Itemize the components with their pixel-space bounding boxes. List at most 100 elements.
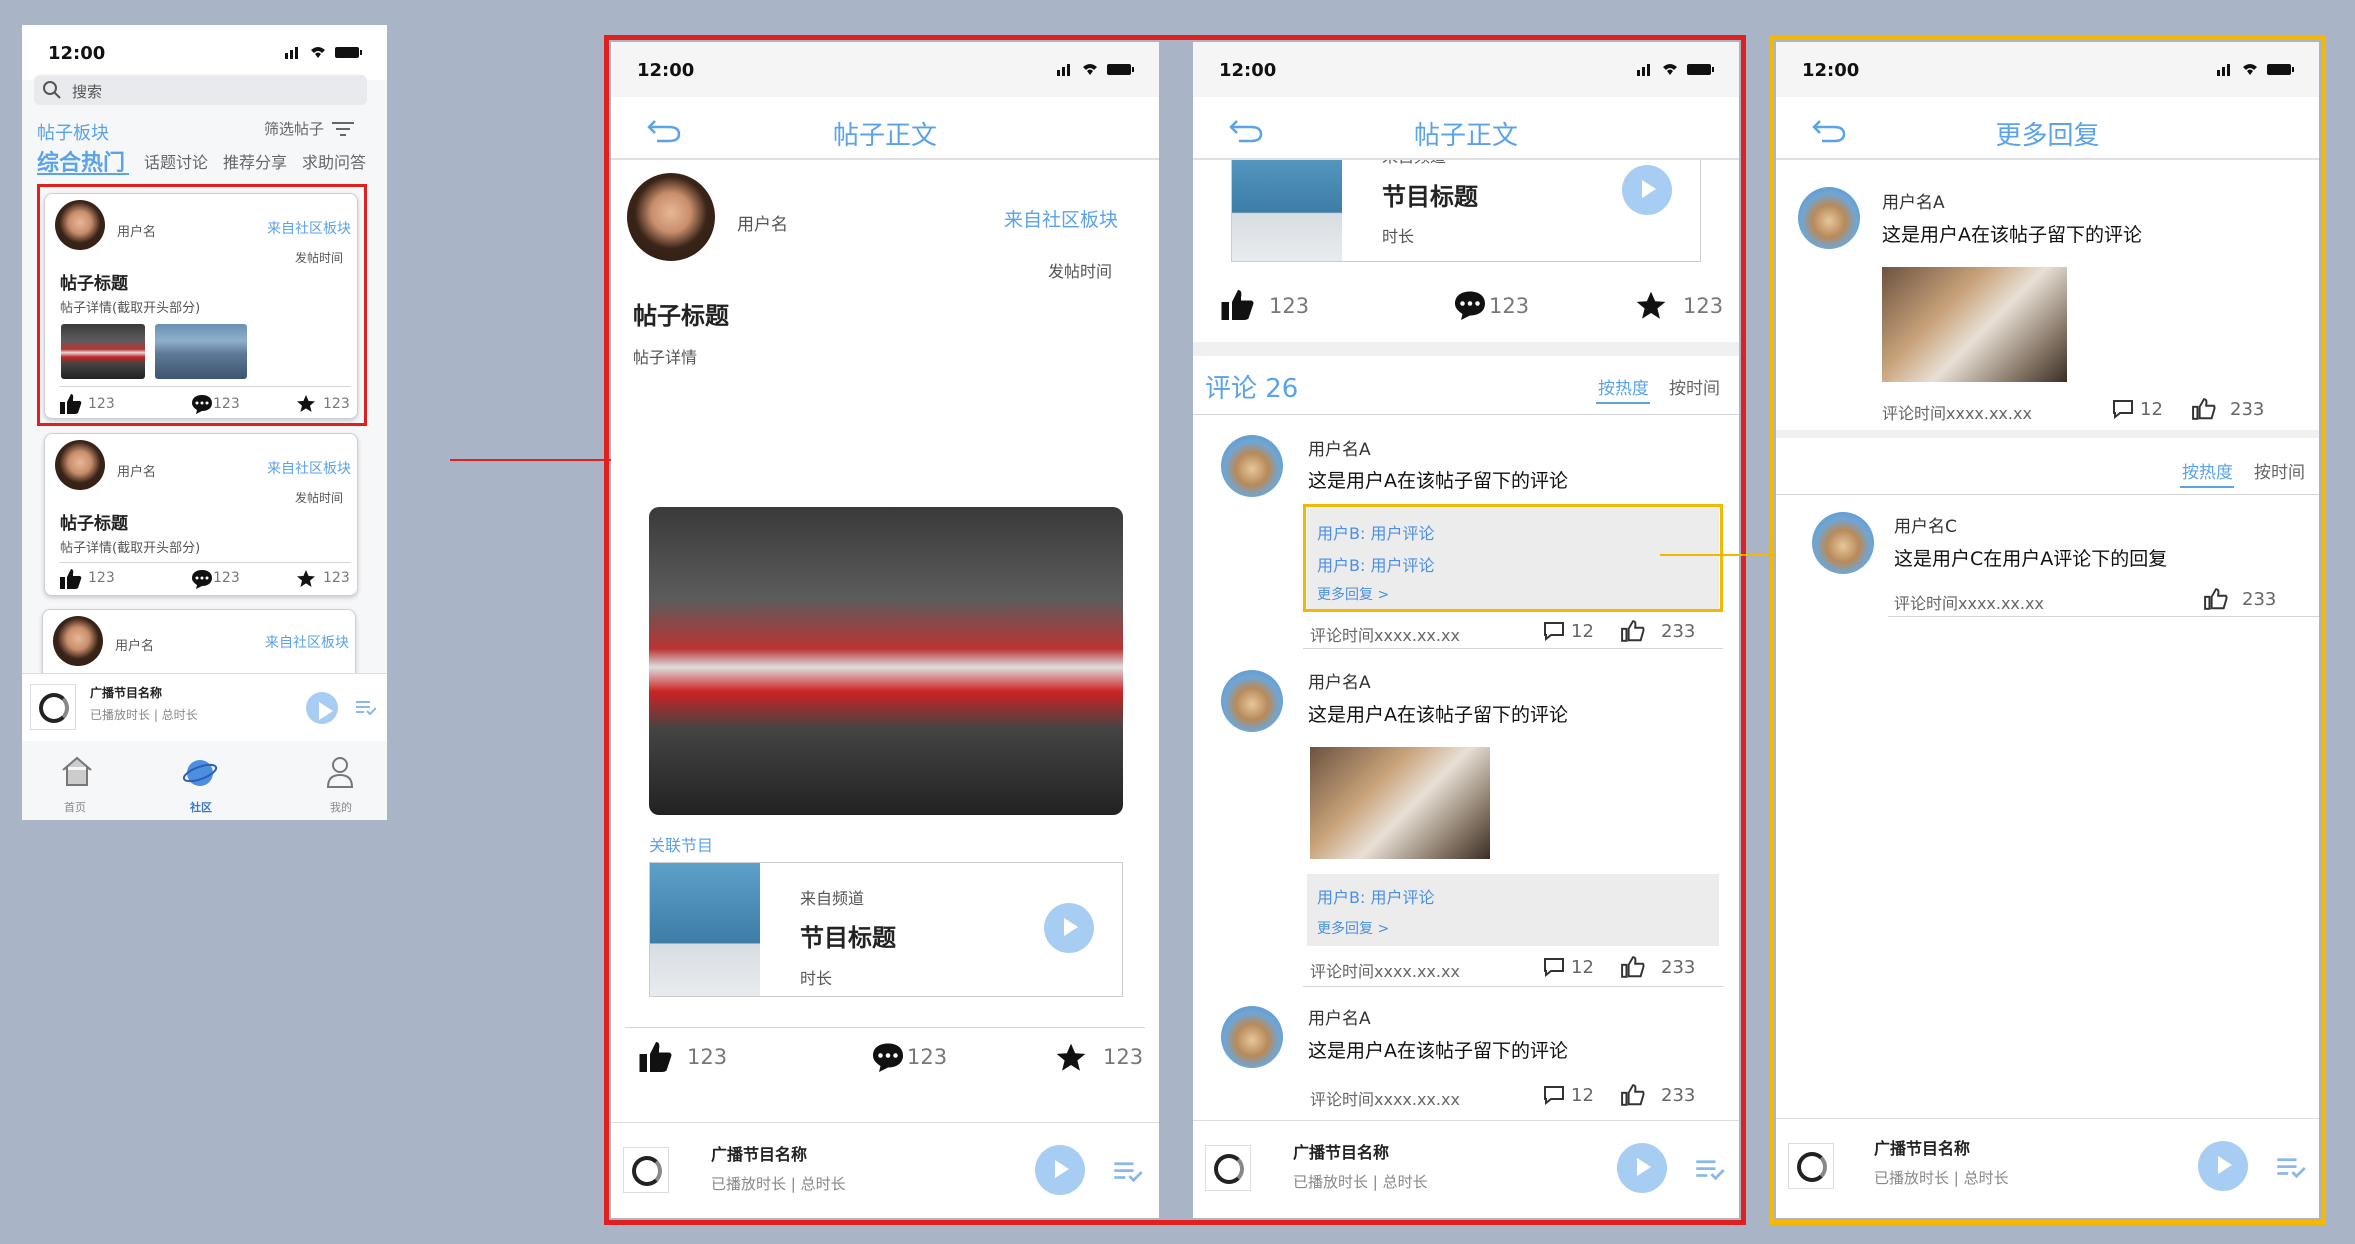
comment-image-cats[interactable] bbox=[1882, 267, 2067, 382]
post-detail: 帖子详情 bbox=[633, 348, 698, 367]
sort-time[interactable]: 按时间 bbox=[1669, 374, 1720, 399]
comment-text: 这是用户A在该帖子留下的评论 bbox=[1308, 1040, 1568, 1062]
reply-icon[interactable] bbox=[1543, 1085, 1565, 1105]
player-title: 广播节目名称 bbox=[1293, 1143, 1390, 1162]
thumbs-up-icon[interactable] bbox=[1621, 956, 1645, 978]
comment-time: 评论时间xxxx.xx.xx bbox=[1310, 1090, 1460, 1109]
search-icon bbox=[43, 81, 61, 99]
avatar[interactable] bbox=[1221, 1006, 1283, 1068]
status-time: 12:00 bbox=[637, 60, 695, 81]
thumbs-up-icon[interactable] bbox=[2192, 398, 2216, 420]
post-time: 发帖时间 bbox=[1048, 262, 1113, 281]
status-bar: 12:00 bbox=[611, 42, 1159, 97]
post-title: 帖子标题 bbox=[60, 514, 128, 534]
reply-box[interactable]: 用户B: 用户评论 更多回复 > bbox=[1307, 874, 1719, 946]
community-planet-icon[interactable] bbox=[182, 755, 218, 791]
playlist-icon[interactable] bbox=[1113, 1161, 1143, 1183]
reply-icon[interactable] bbox=[1543, 957, 1565, 977]
sort-hot[interactable]: 按热度 bbox=[1598, 374, 1649, 399]
like-icon[interactable] bbox=[1221, 290, 1255, 320]
signal-wifi-battery-icon bbox=[2217, 64, 2294, 76]
more-replies-link[interactable]: 更多回复 > bbox=[1317, 918, 1389, 938]
reply-icon[interactable] bbox=[2112, 399, 2134, 419]
play-button[interactable] bbox=[1622, 165, 1672, 215]
playlist-icon[interactable] bbox=[356, 700, 376, 716]
avatar bbox=[55, 440, 105, 490]
tab-home-label[interactable]: 首页 bbox=[64, 799, 86, 815]
thumbs-up-icon[interactable] bbox=[1621, 1084, 1645, 1106]
playlist-icon[interactable] bbox=[1695, 1159, 1725, 1181]
status-bar: 12:00 bbox=[1776, 42, 2319, 97]
nav-bar: 帖子正文 bbox=[1193, 97, 1739, 160]
comment-text: 这是用户A在该帖子留下的评论 bbox=[1882, 224, 2142, 246]
comment-image-cats[interactable] bbox=[1310, 747, 1490, 859]
play-button[interactable] bbox=[1044, 903, 1094, 953]
program-cover bbox=[1205, 1145, 1251, 1191]
thumbs-up-icon[interactable] bbox=[2204, 588, 2228, 610]
profile-icon[interactable] bbox=[324, 755, 356, 789]
search-bar[interactable]: 搜索 bbox=[34, 75, 367, 105]
program-card[interactable]: 来自频道 节目标题 时长 bbox=[649, 862, 1123, 997]
comment-icon[interactable] bbox=[191, 569, 213, 589]
reply-count: 12 bbox=[1571, 1085, 1594, 1106]
player-title: 广播节目名称 bbox=[711, 1145, 808, 1164]
play-button[interactable] bbox=[306, 692, 338, 724]
highlight-box-red bbox=[37, 184, 367, 426]
avatar[interactable] bbox=[1812, 512, 1874, 574]
comment-icon[interactable] bbox=[871, 1042, 905, 1072]
post-source[interactable]: 来自社区板块 bbox=[265, 632, 349, 652]
avatar[interactable] bbox=[1221, 670, 1283, 732]
home-icon[interactable] bbox=[60, 755, 94, 787]
status-bar: 12:00 bbox=[1193, 42, 1739, 97]
mini-player[interactable]: 广播节目名称 已播放时长 | 总时长 bbox=[22, 673, 387, 741]
tab-recommend[interactable]: 推荐分享 bbox=[223, 149, 287, 173]
like-count: 123 bbox=[687, 1045, 728, 1069]
filter-label[interactable]: 筛选帖子 bbox=[264, 118, 324, 139]
like-icon[interactable] bbox=[60, 569, 82, 589]
star-icon[interactable] bbox=[1055, 1042, 1087, 1074]
play-button[interactable] bbox=[1035, 1145, 1085, 1195]
tab-community-label[interactable]: 社区 bbox=[190, 799, 212, 815]
program-cover bbox=[1788, 1143, 1834, 1189]
program-title: 节目标题 bbox=[1382, 183, 1478, 211]
thumbs-up-icon[interactable] bbox=[1621, 620, 1645, 642]
playlist-icon[interactable] bbox=[2276, 1157, 2306, 1179]
mini-player[interactable]: 广播节目名称 已播放时长 | 总时长 bbox=[611, 1122, 1159, 1218]
comment-icon[interactable] bbox=[1453, 290, 1487, 320]
tab-profile-label[interactable]: 我的 bbox=[330, 799, 352, 815]
mini-player[interactable]: 广播节目名称 已播放时长 | 总时长 bbox=[1776, 1118, 2319, 1218]
reply-count: 12 bbox=[2140, 399, 2163, 420]
reply-icon[interactable] bbox=[1543, 621, 1565, 641]
fav-count: 123 bbox=[1103, 1045, 1144, 1069]
avatar[interactable] bbox=[1221, 435, 1283, 497]
search-placeholder: 搜索 bbox=[72, 83, 103, 101]
reply-username: 用户名C bbox=[1894, 517, 1957, 537]
star-icon[interactable] bbox=[296, 569, 316, 589]
program-channel: 来自频道 bbox=[800, 889, 865, 908]
comment-time: 评论时间xxxx.xx.xx bbox=[1310, 962, 1460, 981]
post-source[interactable]: 来自社区板块 bbox=[1004, 205, 1118, 232]
avatar[interactable] bbox=[627, 173, 715, 261]
sort-time[interactable]: 按时间 bbox=[2254, 458, 2305, 483]
avatar[interactable] bbox=[1798, 187, 1860, 249]
star-icon[interactable] bbox=[1635, 290, 1667, 322]
comment-username: 用户名A bbox=[1308, 673, 1371, 693]
post-source[interactable]: 来自社区板块 bbox=[267, 458, 351, 478]
comment-time: 评论时间xxxx.xx.xx bbox=[1882, 404, 2032, 423]
sort-hot[interactable]: 按热度 bbox=[2182, 458, 2233, 483]
post-card[interactable]: 用户名 来自社区板块 发帖时间 帖子标题 帖子详情(截取开头部分) 123 12… bbox=[44, 433, 358, 596]
page-title: 更多回复 bbox=[1995, 121, 2100, 151]
bottom-tabbar: 首页 社区 我的 bbox=[22, 743, 387, 820]
filter-icon[interactable] bbox=[332, 121, 354, 137]
tab-qa[interactable]: 求助问答 bbox=[302, 149, 366, 173]
mini-player[interactable]: 广播节目名称 已播放时长 | 总时长 bbox=[1193, 1120, 1739, 1218]
play-button[interactable] bbox=[1617, 1143, 1667, 1193]
play-button[interactable] bbox=[2198, 1141, 2248, 1191]
tab-topic[interactable]: 话题讨论 bbox=[144, 149, 208, 173]
player-progress: 已播放时长 | 总时长 bbox=[1874, 1169, 2009, 1187]
post-image-train[interactable] bbox=[649, 507, 1123, 815]
reply-count: 12 bbox=[1571, 957, 1594, 978]
reply-line: 用户B: 用户评论 bbox=[1317, 888, 1435, 907]
fav-count: 123 bbox=[1683, 294, 1724, 318]
like-icon[interactable] bbox=[639, 1042, 673, 1072]
